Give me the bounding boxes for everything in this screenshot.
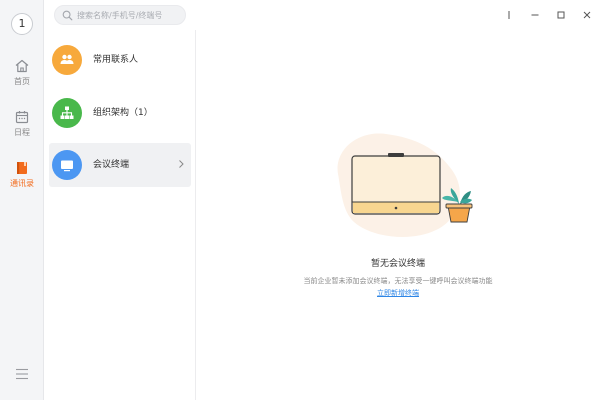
maximize-icon xyxy=(557,11,565,19)
minimize-icon xyxy=(531,14,539,16)
nav-item-schedule[interactable]: 日程 xyxy=(0,109,44,149)
nav-item-contacts[interactable]: 通讯录 xyxy=(0,160,44,200)
list-item-meeting-terminals[interactable]: 会议终端 xyxy=(49,143,191,187)
list-item-label: 常用联系人 xyxy=(93,55,139,65)
add-terminal-link[interactable]: 立即新增终端 xyxy=(377,289,419,297)
minimize-button[interactable] xyxy=(522,0,548,30)
avatar[interactable]: 1 xyxy=(11,13,33,35)
empty-state-title: 暂无会议终端 xyxy=(370,259,425,269)
maximize-button[interactable] xyxy=(548,0,574,30)
close-button[interactable] xyxy=(574,0,600,30)
search-input[interactable] xyxy=(77,8,181,22)
search-icon xyxy=(62,10,73,21)
list-item-frequent-contacts[interactable]: 常用联系人 xyxy=(49,38,191,82)
nav-label-home: 首页 xyxy=(14,77,30,86)
contacts-book-icon xyxy=(17,162,27,174)
more-options-button[interactable] xyxy=(496,0,522,30)
nav-label-contacts: 通讯录 xyxy=(10,179,34,188)
empty-state-description: 当前企业暂未添加会议终端，无法享受一键呼叫会议终端功能 xyxy=(303,277,493,285)
meeting-terminal-icon xyxy=(52,150,82,180)
empty-state-link-wrapper: 立即新增终端 xyxy=(196,288,600,298)
nav-item-home[interactable]: 首页 xyxy=(0,58,44,98)
menu-icon[interactable] xyxy=(14,366,30,380)
search-box[interactable] xyxy=(54,5,186,25)
contact-category-list: 常用联系人 组织架构（1） 会议终端 xyxy=(44,30,196,400)
nav-rail: 1 首页 日程 通讯录 xyxy=(0,0,44,400)
empty-state-panel: 暂无会议终端 当前企业暂未添加会议终端，无法享受一键呼叫会议终端功能 立即新增终… xyxy=(196,30,600,400)
nav-label-schedule: 日程 xyxy=(14,128,30,137)
close-icon xyxy=(583,11,591,19)
list-item-label: 组织架构（1） xyxy=(93,108,153,118)
chevron-right-icon xyxy=(179,160,184,168)
frequent-contacts-icon xyxy=(52,45,82,75)
window-controls xyxy=(496,0,600,30)
empty-terminal-illustration xyxy=(337,133,473,237)
org-chart-icon xyxy=(52,98,82,128)
list-item-org-structure[interactable]: 组织架构（1） xyxy=(49,91,191,135)
list-item-label: 会议终端 xyxy=(93,160,130,170)
more-vertical-icon xyxy=(508,11,510,19)
home-icon xyxy=(15,59,29,73)
calendar-icon xyxy=(15,111,29,124)
